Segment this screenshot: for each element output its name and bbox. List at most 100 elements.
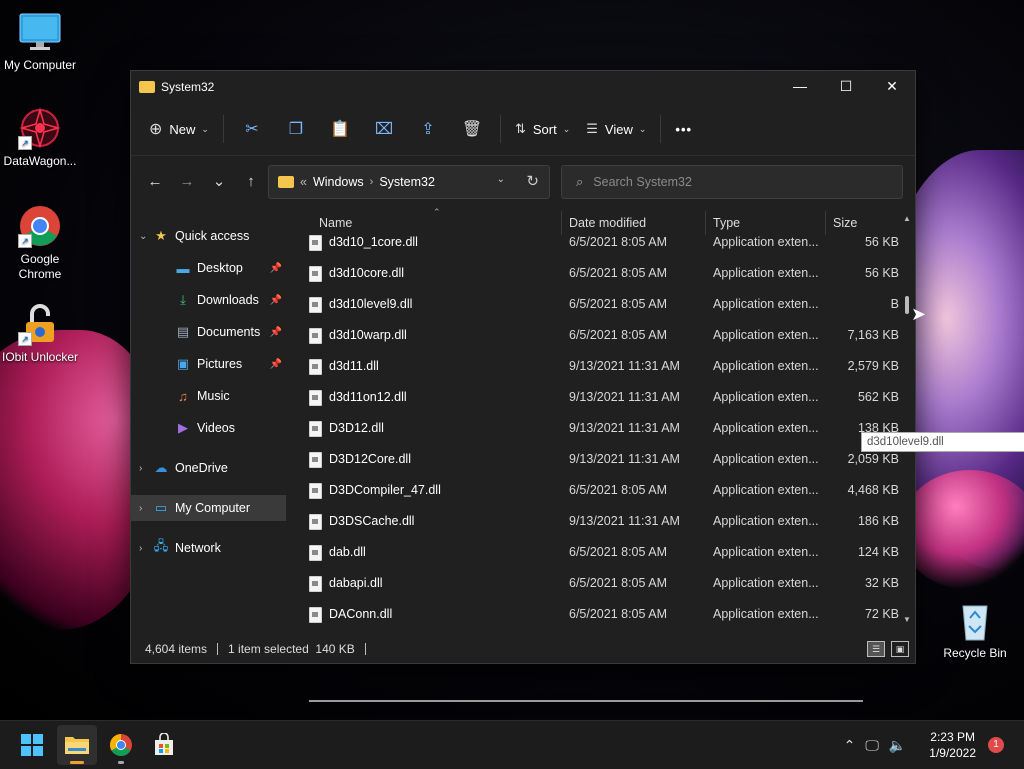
back-button[interactable]: ← xyxy=(139,166,171,196)
sidebar-item-my-computer[interactable]: › ▭ My Computer xyxy=(131,495,286,521)
sidebar-item-onedrive[interactable]: › ☁ OneDrive xyxy=(131,455,286,481)
title-bar[interactable]: System32 — ☐ ✕ xyxy=(131,71,915,103)
sidebar-item-desktop[interactable]: ▬ Desktop 📌 xyxy=(131,255,286,281)
cut-button[interactable]: ✂ xyxy=(236,113,268,145)
file-row[interactable]: D3DSCache.dll 9/13/2021 11:31 AM Applicati… xyxy=(309,506,899,537)
sidebar-item-downloads[interactable]: ⤓ Downloads 📌 xyxy=(131,287,286,313)
file-name: dab.dll xyxy=(329,545,366,559)
sort-button[interactable]: ⇅ Sort ⌄ xyxy=(507,113,578,145)
taskbar-file-explorer[interactable] xyxy=(57,725,97,765)
desktop-icon-recycle-bin[interactable]: Recycle Bin xyxy=(935,598,1015,661)
chevron-down-icon[interactable]: ⌄ xyxy=(139,231,153,242)
file-list: ⌃ Name Date modified Type Size d3d10_1co… xyxy=(289,207,1024,702)
sidebar-item-videos[interactable]: ▶ Videos xyxy=(131,415,286,441)
file-row[interactable]: D3D12Core.dll 9/13/2021 11:31 AM Applicati… xyxy=(309,444,899,475)
file-size: 72 KB xyxy=(864,607,899,621)
chevron-up-icon[interactable]: ⌃ xyxy=(844,737,856,754)
scroll-down-icon[interactable]: ▼ xyxy=(903,615,911,624)
notification-badge[interactable]: 1 xyxy=(988,737,1004,753)
file-row[interactable]: DAConn.dll 6/5/2021 8:05 AM Application ex… xyxy=(309,599,899,630)
sort-ascending-icon: ⌃ xyxy=(433,207,441,217)
window-title: System32 xyxy=(161,80,215,94)
up-button[interactable]: ↑ xyxy=(235,166,267,196)
file-date: 6/5/2021 8:05 AM xyxy=(569,607,667,621)
file-row[interactable]: dabapi.dll 6/5/2021 8:05 AM Application ex… xyxy=(309,568,899,599)
sidebar-item-label: Pictures xyxy=(197,357,243,371)
scrollbar-thumb[interactable] xyxy=(905,296,909,314)
chevron-right-icon[interactable]: › xyxy=(139,463,153,474)
recycle-bin-icon xyxy=(953,598,997,642)
rename-button[interactable]: ⌧ xyxy=(368,113,400,145)
item-count: 4,604 items xyxy=(145,642,208,656)
sidebar-item-documents[interactable]: ▤ Documents 📌 xyxy=(131,319,286,345)
taskbar-chrome[interactable] xyxy=(101,725,141,765)
desktop-icon-google-chrome[interactable]: ↗ Google Chrome xyxy=(0,204,80,282)
file-row[interactable]: d3d11.dll 9/13/2021 11:31 AM Application e… xyxy=(309,351,899,382)
file-row[interactable]: d3d10level9.dll 6/5/2021 8:05 AM Applicati… xyxy=(309,289,899,320)
see-more-button[interactable]: ••• xyxy=(667,113,700,145)
sidebar-item-label: Downloads xyxy=(197,293,259,307)
delete-button[interactable]: 🗑 xyxy=(456,113,488,145)
search-input[interactable]: Search System32 xyxy=(593,175,692,189)
file-row[interactable]: D3DCompiler_47.dll 6/5/2021 8:05 AM Applic… xyxy=(309,475,899,506)
file-row[interactable]: d3d10_1core.dll 6/5/2021 8:05 AM Applicati… xyxy=(309,227,899,258)
paste-button[interactable]: 📋 xyxy=(324,113,356,145)
maximize-button[interactable]: ☐ xyxy=(823,71,869,101)
system-tray: ⌃ 🖵 🔈 2:23 PM 1/9/2022 1 xyxy=(839,721,1004,769)
sidebar-item-network[interactable]: › 🖧 Network xyxy=(131,535,286,561)
search-box[interactable]: ⌕ Search System32 xyxy=(561,165,903,199)
file-date: 6/5/2021 8:05 AM xyxy=(569,328,667,342)
file-date: 6/5/2021 8:05 AM xyxy=(569,576,667,590)
desktop-icon-my-computer[interactable]: My Computer xyxy=(0,10,80,73)
dll-file-icon xyxy=(309,483,322,499)
file-type: Application exten... xyxy=(713,359,819,373)
start-button[interactable] xyxy=(12,725,52,765)
network-status-icon[interactable]: 🖵 xyxy=(865,737,879,754)
desktop-icon: ▬ xyxy=(176,260,190,276)
desktop-icon-datawagon[interactable]: ↗ DataWagon... xyxy=(0,106,80,169)
horizontal-scrollbar[interactable] xyxy=(309,700,863,702)
breadcrumb-system32[interactable]: System32 xyxy=(379,175,435,189)
clock[interactable]: 2:23 PM 1/9/2022 xyxy=(929,729,976,761)
file-row[interactable]: d3d10core.dll 6/5/2021 8:05 AM Application… xyxy=(309,258,899,289)
address-bar[interactable]: « Windows › System32 ⌄ ↻ xyxy=(268,165,550,199)
breadcrumb-separator[interactable]: › xyxy=(370,176,374,188)
chevron-down-icon[interactable]: ⌄ xyxy=(497,174,505,185)
sidebar-item-quick-access[interactable]: ⌄ ★ Quick access xyxy=(131,223,286,249)
minimize-button[interactable]: — xyxy=(777,71,823,101)
vertical-scrollbar[interactable]: ▲ ▼ xyxy=(903,214,911,624)
new-button[interactable]: ⊕ New ⌄ xyxy=(141,113,217,145)
pin-icon: 📌 xyxy=(269,262,282,274)
refresh-icon[interactable]: ↻ xyxy=(526,172,539,190)
forward-button[interactable]: → xyxy=(171,166,203,196)
dll-file-icon xyxy=(309,235,322,251)
plus-circle-icon: ⊕ xyxy=(149,121,163,138)
file-row[interactable]: d3d11on12.dll 9/13/2021 11:31 AM Applicati… xyxy=(309,382,899,413)
view-button-label: View xyxy=(604,121,633,137)
sidebar-item-pictures[interactable]: ▣ Pictures 📌 xyxy=(131,351,286,377)
scroll-up-icon[interactable]: ▲ xyxy=(903,214,911,223)
file-row[interactable]: dab.dll 6/5/2021 8:05 AM Application exten… xyxy=(309,537,899,568)
recent-locations-button[interactable]: ⌄ xyxy=(203,166,235,196)
file-row[interactable]: d3d10warp.dll 6/5/2021 8:05 AM Application… xyxy=(309,320,899,351)
chevron-right-icon[interactable]: › xyxy=(139,503,153,514)
breadcrumb-overflow[interactable]: « xyxy=(300,175,307,189)
close-button[interactable]: ✕ xyxy=(869,71,915,101)
taskbar-store[interactable] xyxy=(144,725,184,765)
file-date: 9/13/2021 11:31 AM xyxy=(569,514,680,528)
view-button[interactable]: ☰ View ⌄ xyxy=(578,113,654,145)
share-button[interactable]: ⇪ xyxy=(412,113,444,145)
desktop-icon-label: Recycle Bin xyxy=(943,646,1007,660)
file-row[interactable]: D3D12.dll 9/13/2021 11:31 AM Application e… xyxy=(309,413,899,444)
sidebar-item-music[interactable]: ♫ Music xyxy=(131,383,286,409)
copy-button[interactable]: ❐ xyxy=(280,113,312,145)
breadcrumb-windows[interactable]: Windows xyxy=(313,175,364,189)
desktop-icon-iobit-unlocker[interactable]: ↗ IObit Unlocker xyxy=(0,302,80,365)
toolbar-divider xyxy=(222,115,224,143)
chevron-right-icon[interactable]: › xyxy=(139,543,153,554)
file-type: Application exten... xyxy=(713,607,819,621)
details-view-icon[interactable]: ☰ xyxy=(867,641,885,657)
volume-icon[interactable]: 🔈 xyxy=(889,737,906,754)
large-icons-view-icon[interactable]: ▣ xyxy=(891,641,909,657)
status-divider xyxy=(364,643,366,655)
